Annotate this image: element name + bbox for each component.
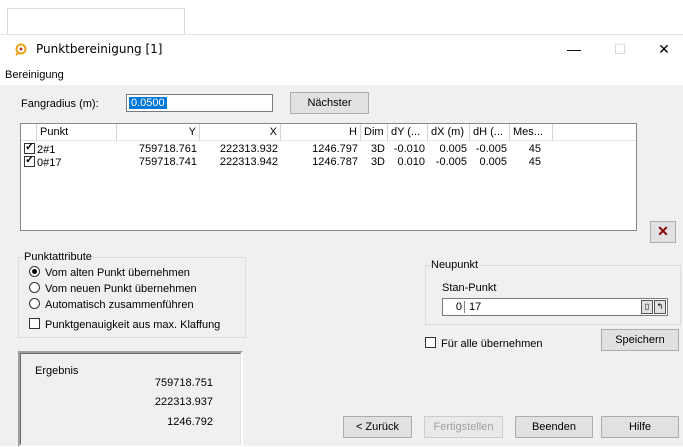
punkt-value: 17 <box>469 301 482 313</box>
cell-mes: 45 <box>528 156 541 168</box>
neupunkt-title: Neupunkt <box>430 259 480 271</box>
radio-label: Vom neuen Punkt übernehmen <box>45 283 197 295</box>
punktattribute-group: Punktattribute Vom alten Punkt übernehme… <box>18 251 246 338</box>
background-tab <box>7 8 185 36</box>
header-x[interactable]: X <box>200 124 281 141</box>
radio-button[interactable] <box>29 266 40 277</box>
cell-h: 1246.797 <box>312 143 358 155</box>
hilfe-button[interactable]: Hilfe <box>601 416 679 438</box>
header-mes[interactable]: Mes... <box>510 124 553 141</box>
point-search-icon[interactable]: ↰ <box>654 300 666 314</box>
close-button[interactable]: ✕ <box>641 35 683 65</box>
radio-label: Vom alten Punkt übernehmen <box>45 267 190 279</box>
cell-dh: 0.005 <box>479 156 507 168</box>
title-bar[interactable]: Punktbereinigung [1] — ☐ ✕ <box>0 35 683 65</box>
radio-button[interactable] <box>29 282 40 293</box>
ergebnis-h: 1246.792 <box>167 416 213 428</box>
neupunkt-input[interactable]: 0 17 ▯ ↰ <box>442 298 668 316</box>
header-dy[interactable]: dY (... <box>388 124 428 141</box>
menu-bereinigung[interactable]: Bereinigung <box>5 69 64 81</box>
cell-dy: 0.010 <box>397 156 425 168</box>
zurueck-button[interactable]: < Zurück <box>343 416 412 438</box>
cell-y: 759718.741 <box>138 156 197 168</box>
punktattribute-title: Punktattribute <box>23 251 93 263</box>
radio-label: Automatisch zusammenführen <box>45 299 194 311</box>
ergebnis-panel: Ergebnis 759718.751 222313.937 1246.792 <box>18 351 243 447</box>
row-checkbox[interactable] <box>24 143 35 154</box>
delete-icon: ✕ <box>657 223 669 239</box>
radio-vom-neuen[interactable]: Vom neuen Punkt übernehmen <box>29 282 197 295</box>
stan-punkt-label: Stan-Punkt <box>442 282 497 294</box>
table-row[interactable]: 0#17 759718.741 222313.942 1246.787 3D 0… <box>21 156 636 169</box>
radio-button[interactable] <box>29 298 40 309</box>
header-check-col <box>21 124 37 141</box>
window-title: Punktbereinigung [1] <box>36 42 163 56</box>
cell-dh: -0.005 <box>475 143 507 155</box>
header-h[interactable]: H <box>281 124 361 141</box>
cell-h: 1246.787 <box>312 156 358 168</box>
cell-dx: -0.005 <box>435 156 467 168</box>
cell-dy: -0.010 <box>393 143 425 155</box>
header-y[interactable]: Y <box>117 124 200 141</box>
ergebnis-title: Ergebnis <box>35 365 79 377</box>
speichern-button[interactable]: Speichern <box>601 329 679 351</box>
radio-vom-alten[interactable]: Vom alten Punkt übernehmen <box>29 266 190 279</box>
pick-point-icon[interactable]: ▯ <box>641 300 653 314</box>
fertigstellen-button[interactable]: Fertigstellen <box>424 416 503 438</box>
cell-punkt: 2#1 <box>37 144 56 156</box>
dialog-window: Punktbereinigung [1] — ☐ ✕ Bereinigung F… <box>0 34 683 447</box>
fuer-alle-checkbox[interactable]: Für alle übernehmen <box>425 337 543 350</box>
header-dim[interactable]: Dim <box>361 124 388 141</box>
checkbox-label: Für alle übernehmen <box>441 338 543 350</box>
cell-dim: 3D <box>370 156 385 168</box>
punktgenauigkeit-checkbox[interactable]: Punktgenauigkeit aus max. Klaffung <box>29 318 220 331</box>
minimize-button[interactable]: — <box>551 35 597 65</box>
beenden-button[interactable]: Beenden <box>515 416 593 438</box>
header-punkt[interactable]: Punkt <box>37 124 117 141</box>
radio-automatisch[interactable]: Automatisch zusammenführen <box>29 298 194 311</box>
fangradius-value: 0.0500 <box>129 97 167 109</box>
checkbox-label: Punktgenauigkeit aus max. Klaffung <box>45 319 221 331</box>
app-icon <box>13 43 29 57</box>
table-row[interactable]: 2#1 759718.761 222313.932 1246.797 3D -0… <box>21 143 636 156</box>
maximize-button[interactable]: ☐ <box>597 35 643 65</box>
delete-button[interactable]: ✕ <box>650 221 676 243</box>
checkbox[interactable] <box>425 337 436 348</box>
ergebnis-x: 222313.937 <box>154 396 213 408</box>
row-checkbox[interactable] <box>24 156 35 167</box>
header-dx[interactable]: dX (m) <box>428 124 470 141</box>
cell-dim: 3D <box>370 143 385 155</box>
cell-dx: 0.005 <box>439 143 467 155</box>
cell-x: 222313.932 <box>219 143 278 155</box>
point-list[interactable]: Punkt Y X H Dim dY (... dX (m) dH (... M… <box>20 123 637 231</box>
ergebnis-y: 759718.751 <box>154 377 213 389</box>
cell-y: 759718.761 <box>138 143 197 155</box>
list-header: Punkt Y X H Dim dY (... dX (m) dH (... M… <box>21 124 636 141</box>
cell-x: 222313.942 <box>219 156 278 168</box>
naechster-button[interactable]: Nächster <box>290 92 369 114</box>
fangradius-input[interactable]: 0.0500 <box>126 94 273 112</box>
cell-punkt: 0#17 <box>37 157 62 169</box>
header-dh[interactable]: dH (... <box>470 124 510 141</box>
menu-bar: Bereinigung <box>0 65 683 85</box>
stan-value: 0 <box>445 301 465 313</box>
neupunkt-group: Neupunkt Stan-Punkt 0 17 ▯ ↰ <box>425 259 681 325</box>
checkbox[interactable] <box>29 318 40 329</box>
cell-mes: 45 <box>528 143 541 155</box>
fangradius-label: Fangradius (m): <box>21 98 99 110</box>
